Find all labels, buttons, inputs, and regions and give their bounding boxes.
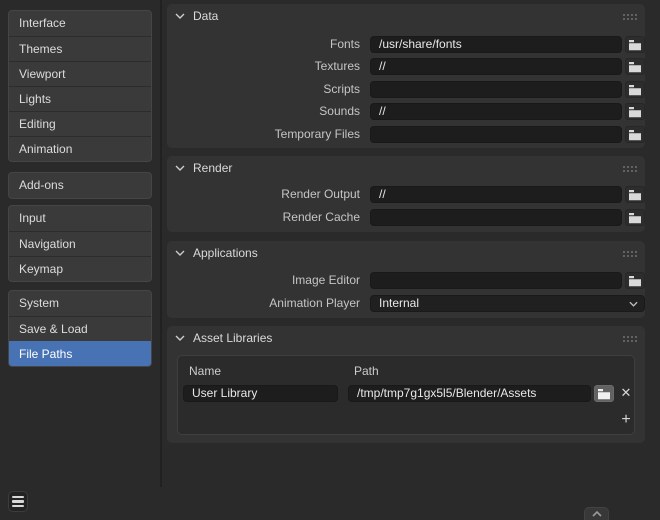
temporary-files-label: Temporary Files: [177, 126, 360, 143]
temporary-files-browse-button[interactable]: [625, 126, 645, 143]
sidebar-group-addons: Add-ons: [8, 172, 152, 199]
plus-icon: +: [621, 411, 630, 428]
image-editor-field[interactable]: [370, 272, 622, 289]
asset-libraries-box: Name Path User Library /tmp/tmp7g1gx5l5/…: [177, 355, 635, 435]
chevron-down-icon: [175, 13, 185, 19]
folder-icon: [597, 388, 611, 400]
animation-player-dropdown[interactable]: Internal: [370, 295, 645, 312]
sounds-browse-button[interactable]: [625, 103, 645, 120]
grip-dots[interactable]: [622, 250, 637, 257]
fonts-label: Fonts: [177, 36, 360, 53]
row-image-editor: Image Editor: [177, 272, 635, 289]
sounds-label: Sounds: [177, 103, 360, 120]
panel-applications: Applications Image Editor Animation Play…: [167, 241, 645, 318]
render-cache-label: Render Cache: [177, 209, 360, 226]
folder-icon: [628, 39, 642, 51]
row-sounds: Sounds //: [177, 103, 635, 120]
grip-dots[interactable]: [622, 335, 637, 342]
sidebar-item-interface[interactable]: Interface: [9, 11, 151, 36]
row-render-output: Render Output //: [177, 186, 635, 203]
render-cache-browse-button[interactable]: [625, 209, 645, 226]
library-path-field[interactable]: /tmp/tmp7g1gx5l5/Blender/Assets: [348, 385, 591, 402]
folder-icon: [628, 129, 642, 141]
panel-title: Render: [193, 161, 232, 175]
add-library-button[interactable]: +: [616, 412, 636, 429]
row-temporary-files: Temporary Files: [177, 126, 635, 143]
sidebar-item-input[interactable]: Input: [9, 206, 151, 231]
chevron-down-icon: [175, 250, 185, 256]
folder-icon: [628, 189, 642, 201]
panel-data: Data Fonts /usr/share/fonts Textures // …: [167, 4, 645, 148]
textures-browse-button[interactable]: [625, 58, 645, 75]
panel-render: Render Render Output // Render Cache: [167, 156, 645, 232]
sidebar-item-viewport[interactable]: Viewport: [9, 61, 151, 86]
row-fonts: Fonts /usr/share/fonts: [177, 36, 635, 53]
row-textures: Textures //: [177, 58, 635, 75]
library-path-browse-button[interactable]: [594, 385, 614, 402]
close-icon: ✕: [621, 385, 632, 400]
sidebar-item-addons[interactable]: Add-ons: [9, 173, 151, 198]
image-editor-browse-button[interactable]: [625, 272, 645, 289]
path-column-header: Path: [354, 364, 379, 378]
sidebar-item-editing[interactable]: Editing: [9, 111, 151, 136]
folder-icon: [628, 212, 642, 224]
remove-library-button[interactable]: ✕: [616, 385, 636, 402]
sidebar-item-save-load[interactable]: Save & Load: [9, 316, 151, 341]
folder-icon: [628, 61, 642, 73]
row-scripts: Scripts: [177, 81, 635, 98]
sidebar-item-navigation[interactable]: Navigation: [9, 231, 151, 256]
scripts-label: Scripts: [177, 81, 360, 98]
sidebar-item-themes[interactable]: Themes: [9, 36, 151, 61]
row-animation-player: Animation Player Internal: [177, 295, 635, 312]
fonts-path-field[interactable]: /usr/share/fonts: [370, 36, 622, 53]
folder-icon: [628, 275, 642, 287]
sidebar-group-input: Input Navigation Keymap: [8, 205, 152, 282]
sidebar-item-system[interactable]: System: [9, 291, 151, 316]
sidebar-group-general: Interface Themes Viewport Lights Editing…: [8, 10, 152, 162]
name-column-header: Name: [189, 364, 221, 378]
chevron-down-icon: [175, 335, 185, 341]
sidebar-item-lights[interactable]: Lights: [9, 86, 151, 111]
panel-title: Applications: [193, 246, 258, 260]
textures-label: Textures: [177, 58, 360, 75]
panel-asset-libraries: Asset Libraries Name Path User Library /…: [167, 326, 645, 443]
render-output-browse-button[interactable]: [625, 186, 645, 203]
sidebar-group-system: System Save & Load File Paths: [8, 290, 152, 367]
grip-dots[interactable]: [622, 165, 637, 172]
library-name-field[interactable]: User Library: [183, 385, 338, 402]
render-output-label: Render Output: [177, 186, 360, 203]
render-output-field[interactable]: //: [370, 186, 622, 203]
fonts-browse-button[interactable]: [625, 36, 645, 53]
region-divider[interactable]: [160, 0, 162, 487]
panel-title: Asset Libraries: [193, 331, 272, 345]
sidebar-item-animation[interactable]: Animation: [9, 136, 151, 161]
folder-icon: [628, 106, 642, 118]
temporary-files-path-field[interactable]: [370, 126, 622, 143]
chevron-up-icon: [592, 511, 602, 517]
grip-dots[interactable]: [622, 13, 637, 20]
panel-render-header[interactable]: Render: [167, 156, 645, 180]
preferences-menu-button[interactable]: [8, 491, 28, 512]
scroll-up-button[interactable]: [584, 507, 609, 520]
panel-applications-header[interactable]: Applications: [167, 241, 645, 265]
panel-title: Data: [193, 9, 218, 23]
sounds-path-field[interactable]: //: [370, 103, 622, 120]
sidebar-item-file-paths[interactable]: File Paths: [9, 341, 151, 366]
row-render-cache: Render Cache: [177, 209, 635, 226]
chevron-down-icon: [175, 165, 185, 171]
chevron-down-icon: [629, 301, 638, 307]
scripts-browse-button[interactable]: [625, 81, 645, 98]
image-editor-label: Image Editor: [177, 272, 360, 289]
animation-player-value: Internal: [379, 296, 419, 310]
sidebar-item-keymap[interactable]: Keymap: [9, 256, 151, 281]
folder-icon: [628, 84, 642, 96]
panel-data-header[interactable]: Data: [167, 4, 645, 28]
panel-asset-libraries-header[interactable]: Asset Libraries: [167, 326, 645, 350]
textures-path-field[interactable]: //: [370, 58, 622, 75]
scripts-path-field[interactable]: [370, 81, 622, 98]
render-cache-field[interactable]: [370, 209, 622, 226]
animation-player-label: Animation Player: [177, 295, 360, 312]
